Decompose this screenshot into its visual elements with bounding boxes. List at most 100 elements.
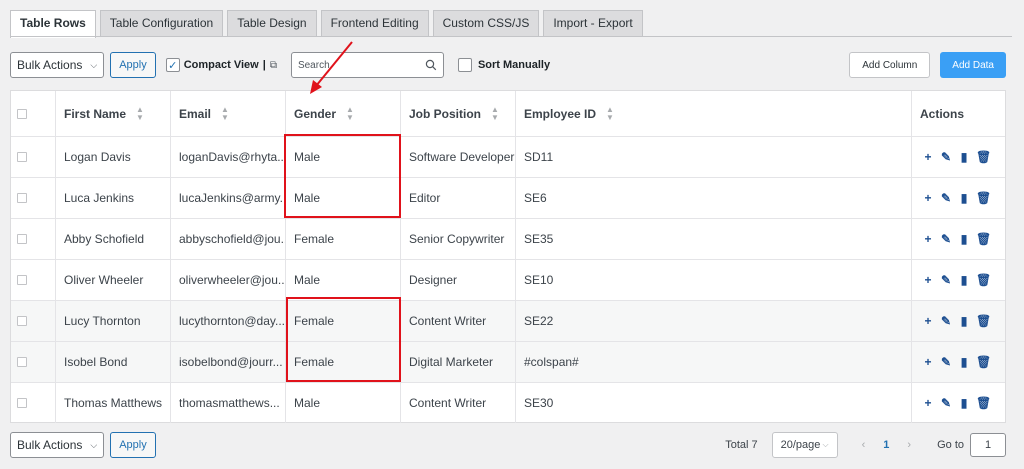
apply-button-bottom[interactable]: Apply [110,432,156,458]
row-select-cell [11,383,55,423]
cell-employee-id: SE35 [515,219,911,259]
sort-manually-toggle[interactable]: Sort Manually [457,58,551,72]
cell-email: oliverwheeler@jou... [170,260,285,300]
table-row: Oliver Wheeler oliverwheeler@jou... Male De… [11,259,1005,300]
duplicate-icon[interactable]: ▮ [958,151,970,163]
cell-gender: Female [285,301,400,341]
header-job-position[interactable]: Job Position ▲ ▼ [400,91,515,136]
duplicate-icon[interactable]: ▮ [958,192,970,204]
duplicate-icon[interactable]: ▮ [958,274,970,286]
cell-job-position: Software Developer [400,137,515,177]
tab-table-rows[interactable]: Table Rows [10,10,96,38]
tab-table-configuration[interactable]: Table Configuration [99,10,224,37]
sort-icon[interactable]: ▲ ▼ [606,105,614,122]
select-all-checkbox[interactable] [17,108,27,119]
row-checkbox[interactable] [17,316,27,326]
tab-custom-css-js[interactable]: Custom CSS/JS [432,10,540,37]
row-checkbox[interactable] [17,357,27,367]
cell-first-name: Thomas Matthews [55,383,170,423]
duplicate-icon[interactable]: ▮ [958,315,970,327]
header-email[interactable]: Email ▲ ▼ [170,91,285,136]
compact-view-toggle[interactable]: ✓ Compact View | ⧉ [165,58,277,72]
edit-icon[interactable]: ✎ [940,192,952,204]
goto-page-input[interactable]: 1 [970,433,1006,457]
current-page[interactable]: 1 [883,439,889,451]
add-row-icon[interactable]: + [922,233,934,245]
header-first-name[interactable]: First Name ▲ ▼ [55,91,170,136]
duplicate-icon[interactable]: ▮ [958,233,970,245]
search-icon [425,59,437,71]
apply-button[interactable]: Apply [110,52,156,78]
sort-icon[interactable]: ▲ ▼ [136,105,144,122]
row-checkbox[interactable] [17,152,27,162]
delete-icon[interactable]: 🗑 [976,192,991,204]
external-link-icon[interactable]: ⧉ [270,60,277,71]
cell-actions: + ✎ ▮ 🗑 [911,219,1007,259]
row-select-cell [11,178,55,218]
delete-icon[interactable]: 🗑 [976,397,991,409]
add-row-icon[interactable]: + [922,356,934,368]
cell-employee-id: SE6 [515,178,911,218]
checkbox-checked-icon[interactable]: ✓ [165,58,180,72]
sort-manually-label: Sort Manually [477,59,551,71]
edit-icon[interactable]: ✎ [940,356,952,368]
page-size-select[interactable]: 20/page ⌵ [771,432,838,458]
add-row-icon[interactable]: + [922,151,934,163]
annotation-arrow-icon [310,41,353,94]
tab-frontend-editing[interactable]: Frontend Editing [320,10,429,37]
tab-import-export[interactable]: Import - Export [543,10,643,37]
row-checkbox[interactable] [17,234,27,244]
cell-employee-id: SE22 [515,301,911,341]
total-count: Total 7 [725,439,758,451]
pager: ‹ 1 › [862,439,911,451]
cell-gender: Male [285,260,400,300]
cell-job-position: Content Writer [400,383,515,423]
edit-icon[interactable]: ✎ [940,274,952,286]
bulk-actions-select-bottom[interactable]: Bulk Actions ⌵ [10,432,105,458]
add-row-icon[interactable]: + [922,274,934,286]
tab-table-design[interactable]: Table Design [227,10,317,37]
cell-employee-id: SE30 [515,383,911,423]
edit-icon[interactable]: ✎ [940,233,952,245]
delete-icon[interactable]: 🗑 [976,274,991,286]
edit-icon[interactable]: ✎ [940,397,952,409]
row-checkbox[interactable] [17,275,27,285]
row-checkbox[interactable] [17,193,27,203]
next-page-icon[interactable]: › [907,439,911,451]
delete-icon[interactable]: 🗑 [976,151,991,163]
checkbox-icon[interactable] [457,58,472,72]
add-row-icon[interactable]: + [922,315,934,327]
header-label: Job Position [409,106,481,121]
top-toolbar: Bulk Actions ⌵ Apply ✓ Compact View | ⧉ … [10,52,1006,78]
page-size-value: 20/page [780,439,821,451]
edit-icon[interactable]: ✎ [940,315,952,327]
tab-bar: Table Rows Table Configuration Table Des… [10,10,643,38]
data-table: First Name ▲ ▼ Email ▲ ▼ Gender ▲ ▼ Job Positi… [10,90,1006,423]
edit-icon[interactable]: ✎ [940,151,952,163]
row-checkbox[interactable] [17,398,27,408]
delete-icon[interactable]: 🗑 [976,315,991,327]
sort-icon[interactable]: ▲ ▼ [491,105,499,122]
table-row: Logan Davis loganDavis@rhyta... Male Softwa… [11,136,1005,177]
prev-page-icon[interactable]: ‹ [862,439,866,451]
delete-icon[interactable]: 🗑 [976,233,991,245]
bulk-actions-select[interactable]: Bulk Actions ⌵ [10,52,105,78]
delete-icon[interactable]: 🗑 [976,356,991,368]
row-select-cell [11,342,55,382]
header-employee-id[interactable]: Employee ID ▲ ▼ [515,91,911,136]
cell-job-position: Digital Marketer [400,342,515,382]
sort-icon[interactable]: ▲ ▼ [221,105,229,122]
cell-email: lucaJenkins@army... [170,178,285,218]
duplicate-icon[interactable]: ▮ [958,356,970,368]
add-row-icon[interactable]: + [922,397,934,409]
duplicate-icon[interactable]: ▮ [958,397,970,409]
add-row-icon[interactable]: + [922,192,934,204]
cell-first-name: Abby Schofield [55,219,170,259]
cell-job-position: Content Writer [400,301,515,341]
cell-first-name: Luca Jenkins [55,178,170,218]
sort-icon[interactable]: ▲ ▼ [346,105,354,122]
add-column-button[interactable]: Add Column [849,52,931,78]
cell-email: abbyschofield@jou... [170,219,285,259]
add-data-button[interactable]: Add Data [940,52,1006,78]
cell-email: thomasmatthews... [170,383,285,423]
